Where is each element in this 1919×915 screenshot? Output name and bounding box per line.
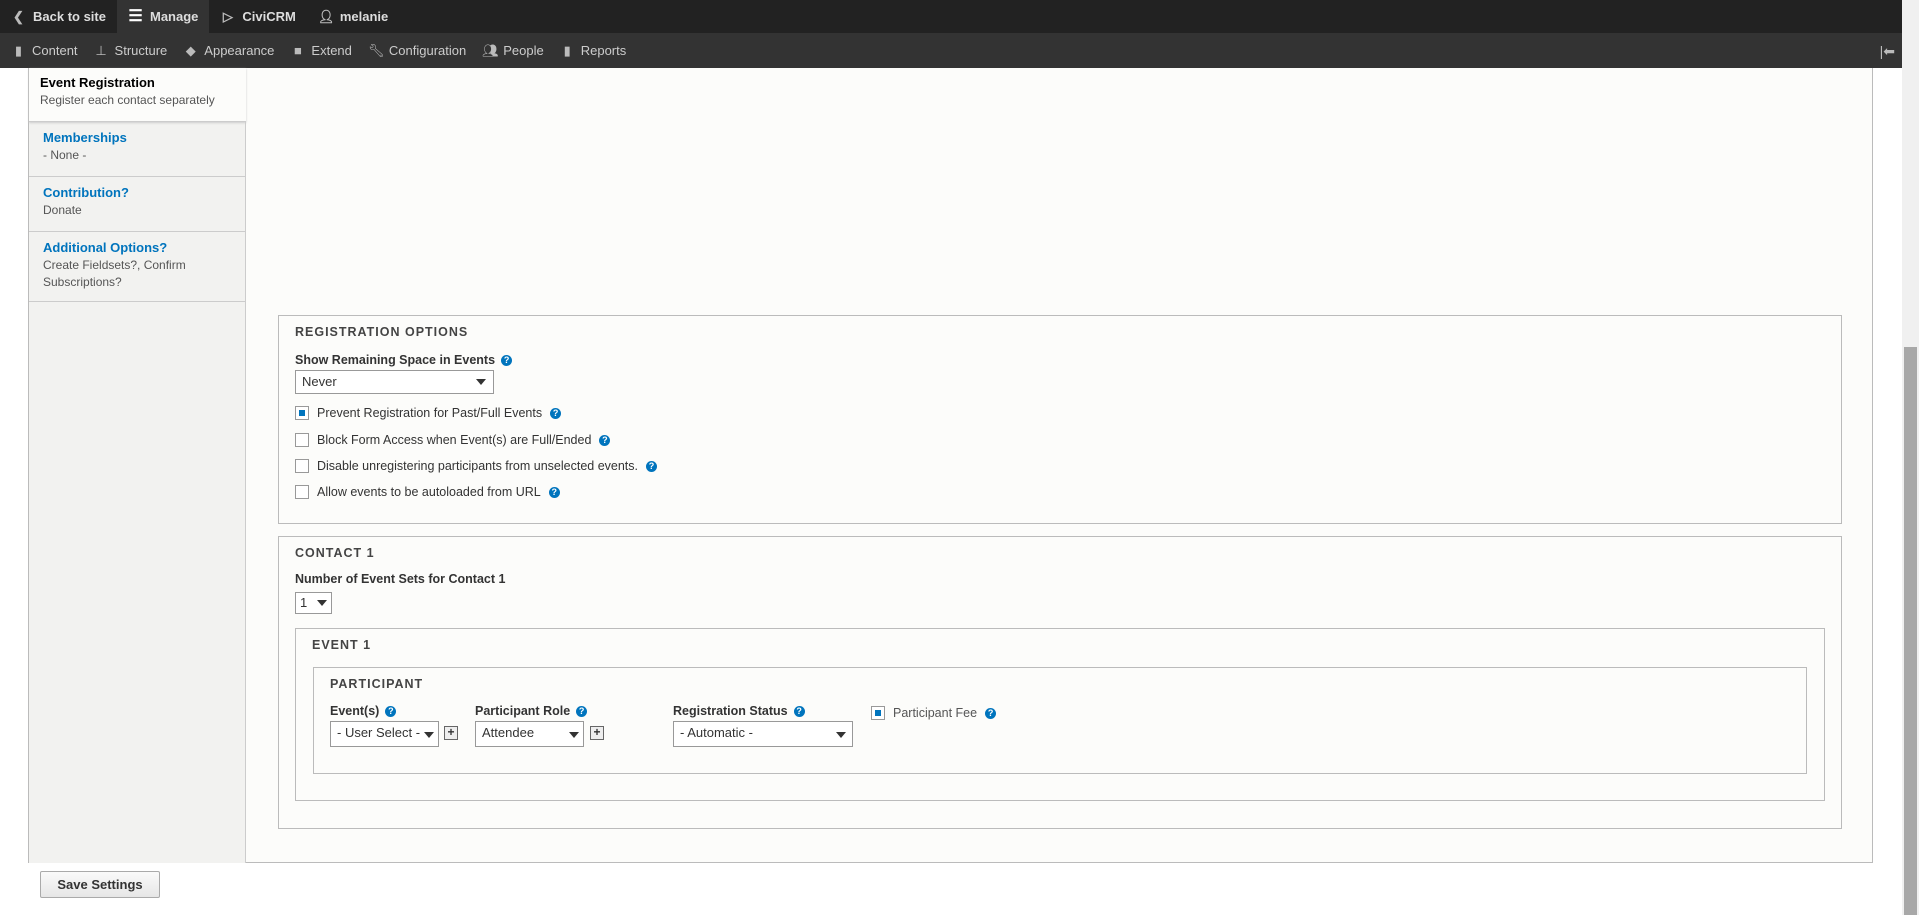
dropdown-arrow-icon <box>569 732 579 738</box>
document-icon: ▮ <box>14 43 23 58</box>
help-icon[interactable]: ? <box>646 460 658 472</box>
help-icon[interactable]: ? <box>793 705 805 717</box>
scrollbar-thumb[interactable] <box>1904 347 1917 915</box>
menu-reports[interactable]: ▮ Reports <box>555 43 638 58</box>
people-icon: 👥︎ <box>482 43 499 58</box>
hamburger-icon: ☰ <box>128 8 143 25</box>
participant-role-label: Participant Role? <box>475 704 588 718</box>
tab-memberships[interactable]: Memberships - None - <box>29 122 245 177</box>
scrollbar[interactable] <box>1902 0 1919 915</box>
save-settings-button[interactable]: Save Settings <box>40 871 160 898</box>
admin-menu: ▮ Content ⊥ Structure ◆ Appearance ■ Extend … <box>0 33 1902 68</box>
tab-event-registration[interactable]: Event Registration Register each contact … <box>29 68 246 122</box>
vertical-tabs: Event Registration Register each contact … <box>29 68 246 863</box>
contact-1-fieldset: CONTACT 1 Number of Event Sets for Conta… <box>278 536 1842 829</box>
add-event-button[interactable]: + <box>444 726 458 740</box>
checkbox[interactable] <box>871 706 885 720</box>
checkbox[interactable] <box>295 406 309 420</box>
help-icon[interactable]: ? <box>385 705 397 717</box>
checkbox[interactable] <box>295 485 309 499</box>
menu-people[interactable]: 👥︎ People <box>477 43 554 58</box>
show-remaining-label: Show Remaining Space in Events? <box>295 353 513 367</box>
user-icon: 👤︎ <box>317 9 335 24</box>
disable-unregistering-checkbox[interactable]: Disable unregistering participants from … <box>295 459 658 473</box>
fieldset-legend: PARTICIPANT <box>330 677 424 691</box>
civicrm-icon: ▷ <box>222 9 233 24</box>
participant-fee-checkbox[interactable]: Participant Fee? <box>871 706 997 720</box>
event-1-fieldset: EVENT 1 PARTICIPANT Event(s)? - User Sel… <box>295 628 1825 801</box>
tab-additional-options[interactable]: Additional Options? Create Fieldsets?, Co… <box>29 232 245 302</box>
menu-appearance[interactable]: ◆ Appearance <box>178 43 285 58</box>
fieldset-legend: CONTACT 1 <box>295 546 375 560</box>
tab-contribution[interactable]: Contribution? Donate <box>29 177 245 232</box>
bar-chart-icon: ▮ <box>563 43 571 58</box>
dropdown-arrow-icon <box>476 379 486 385</box>
menu-structure[interactable]: ⊥ Structure <box>89 43 179 58</box>
dropdown-arrow-icon <box>424 732 434 738</box>
dropdown-arrow-icon <box>317 600 327 606</box>
back-circle-icon: ❮ <box>13 9 24 24</box>
participant-role-select[interactable]: Attendee <box>475 721 584 747</box>
help-icon[interactable]: ? <box>576 705 588 717</box>
user-tab[interactable]: 👤︎ melanie <box>307 0 399 33</box>
checkbox[interactable] <box>295 459 309 473</box>
show-remaining-select[interactable]: Never <box>295 370 494 394</box>
help-icon[interactable]: ? <box>548 486 560 498</box>
events-label: Event(s)? <box>330 704 397 718</box>
admin-toolbar: ❮ Back to site ☰ Manage ▷ CiviCRM 👤︎ melanie <box>0 0 1902 33</box>
sitemap-icon: ⊥ <box>95 43 107 58</box>
events-select[interactable]: - User Select - <box>330 721 439 747</box>
fieldset-legend: REGISTRATION OPTIONS <box>295 325 469 339</box>
help-icon[interactable]: ? <box>550 407 562 419</box>
block-form-access-checkbox[interactable]: Block Form Access when Event(s) are Full… <box>295 433 611 447</box>
participant-fieldset: PARTICIPANT Event(s)? - User Select - + … <box>313 667 1807 774</box>
allow-autoload-checkbox[interactable]: Allow events to be autoloaded from URL? <box>295 485 560 499</box>
fieldset-legend: EVENT 1 <box>312 638 372 652</box>
manage-tab[interactable]: ☰ Manage <box>116 0 210 33</box>
help-icon[interactable]: ? <box>501 354 513 366</box>
prevent-registration-checkbox[interactable]: Prevent Registration for Past/Full Event… <box>295 406 562 420</box>
event-sets-label: Number of Event Sets for Contact 1 <box>295 572 506 586</box>
wrench-icon: 🔧︎ <box>367 43 385 58</box>
paintbrush-icon: ◆ <box>185 43 196 58</box>
registration-options-fieldset: REGISTRATION OPTIONS Show Remaining Spac… <box>278 315 1842 524</box>
collapse-toolbar-icon[interactable]: |⬅ <box>1880 43 1895 60</box>
menu-content[interactable]: ▮ Content <box>6 43 89 58</box>
puzzle-icon: ■ <box>293 43 302 58</box>
back-to-site-link[interactable]: ❮ Back to site <box>0 0 117 33</box>
checkbox[interactable] <box>295 433 309 447</box>
registration-status-select[interactable]: - Automatic - <box>673 721 853 747</box>
menu-configuration[interactable]: 🔧︎ Configuration <box>363 43 477 58</box>
help-icon[interactable]: ? <box>985 707 997 719</box>
registration-status-label: Registration Status? <box>673 704 805 718</box>
vertical-tabs-container: Event Registration Register each contact … <box>28 68 1873 863</box>
add-role-button[interactable]: + <box>590 726 604 740</box>
event-sets-select[interactable]: 1 <box>295 592 332 614</box>
menu-extend[interactable]: ■ Extend <box>285 43 362 58</box>
dropdown-arrow-icon <box>836 732 846 738</box>
help-icon[interactable]: ? <box>599 434 611 446</box>
civicrm-tab[interactable]: ▷ CiviCRM <box>209 0 306 33</box>
